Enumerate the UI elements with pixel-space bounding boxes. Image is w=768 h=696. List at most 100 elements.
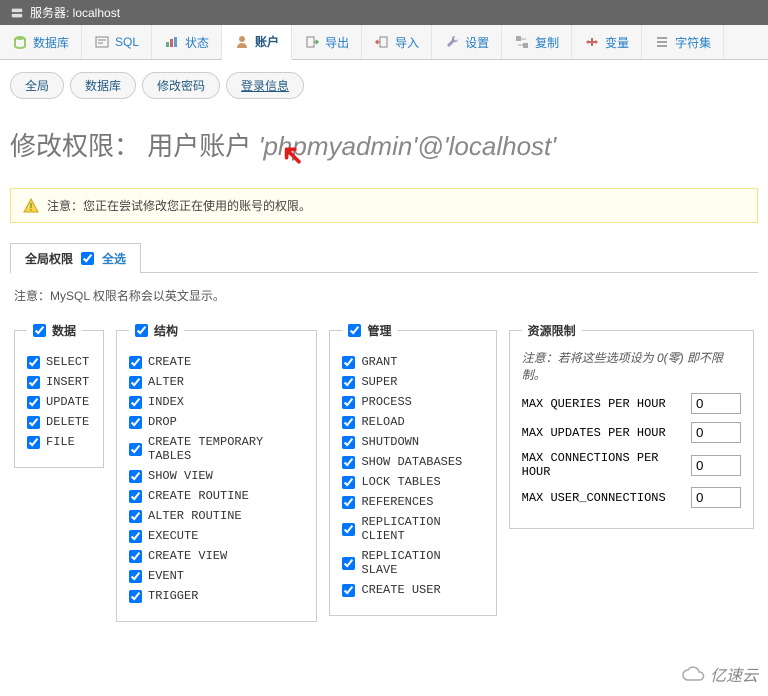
select-all-link[interactable]: 全选 bbox=[102, 250, 126, 267]
cloud-icon bbox=[682, 666, 706, 682]
resource-input[interactable] bbox=[691, 455, 741, 476]
subnav-change-password[interactable]: 修改密码 bbox=[142, 72, 220, 99]
priv-checkbox[interactable] bbox=[27, 416, 40, 429]
priv-checkbox[interactable] bbox=[129, 550, 142, 563]
status-icon bbox=[164, 34, 180, 50]
priv-super: SUPER bbox=[342, 375, 483, 389]
priv-checkbox[interactable] bbox=[27, 396, 40, 409]
priv-checkbox[interactable] bbox=[342, 396, 355, 409]
user-icon bbox=[234, 34, 250, 50]
nav-status[interactable]: 状态 bbox=[152, 25, 222, 59]
priv-show-databases: SHOW DATABASES bbox=[342, 455, 483, 469]
priv-checkbox[interactable] bbox=[342, 456, 355, 469]
resource-note: 注意：若将这些选项设为 0(零) 即不限制。 bbox=[522, 349, 741, 383]
priv-create-user: CREATE USER bbox=[342, 583, 483, 597]
priv-shutdown: SHUTDOWN bbox=[342, 435, 483, 449]
priv-checkbox[interactable] bbox=[342, 356, 355, 369]
priv-checkbox[interactable] bbox=[342, 557, 355, 570]
priv-checkbox[interactable] bbox=[342, 416, 355, 429]
priv-lock-tables: LOCK TABLES bbox=[342, 475, 483, 489]
resource-input[interactable] bbox=[691, 393, 741, 414]
priv-checkbox[interactable] bbox=[129, 396, 142, 409]
privileges-columns: 数据 SELECTINSERTUPDATEDELETEFILE 结构 CREAT… bbox=[0, 322, 768, 642]
warning-notice: 注意：您正在尝试修改您正在使用的账号的权限。 bbox=[10, 188, 758, 223]
priv-update: UPDATE bbox=[27, 395, 91, 409]
priv-checkbox[interactable] bbox=[27, 436, 40, 449]
priv-file: FILE bbox=[27, 435, 91, 449]
resource-label: MAX QUERIES PER HOUR bbox=[522, 397, 683, 411]
priv-insert: INSERT bbox=[27, 375, 91, 389]
breadcrumb: 服务器: localhost bbox=[0, 0, 768, 25]
priv-checkbox[interactable] bbox=[129, 470, 142, 483]
struct-group-checkbox[interactable] bbox=[135, 324, 148, 337]
resource-row: MAX CONNECTIONS PER HOUR bbox=[522, 451, 741, 479]
nav-export[interactable]: 导出 bbox=[292, 25, 362, 59]
priv-replication-slave: REPLICATION SLAVE bbox=[342, 549, 483, 577]
priv-checkbox[interactable] bbox=[342, 376, 355, 389]
priv-checkbox[interactable] bbox=[27, 356, 40, 369]
priv-checkbox[interactable] bbox=[342, 496, 355, 509]
priv-checkbox[interactable] bbox=[129, 530, 142, 543]
priv-reload: RELOAD bbox=[342, 415, 483, 429]
resource-limits: 资源限制 注意：若将这些选项设为 0(零) 即不限制。 MAX QUERIES … bbox=[509, 322, 754, 529]
watermark: 亿速云 bbox=[682, 662, 758, 686]
admin-group-checkbox[interactable] bbox=[348, 324, 361, 337]
priv-create-routine: CREATE ROUTINE bbox=[129, 489, 304, 503]
resource-label: MAX USER_CONNECTIONS bbox=[522, 491, 683, 505]
resource-input[interactable] bbox=[691, 422, 741, 443]
nav-databases[interactable]: 数据库 bbox=[0, 25, 82, 59]
nav-accounts[interactable]: 账户 bbox=[222, 25, 292, 60]
priv-checkbox[interactable] bbox=[129, 590, 142, 603]
data-group-checkbox[interactable] bbox=[33, 324, 46, 337]
select-all-checkbox[interactable] bbox=[81, 252, 94, 265]
page-title: 修改权限： 用户账户 'phpmyadmin'@'localhost' bbox=[0, 111, 768, 188]
mysql-note: 注意：MySQL 权限名称会以英文显示。 bbox=[0, 273, 768, 322]
priv-checkbox[interactable] bbox=[342, 436, 355, 449]
nav-replication[interactable]: 复制 bbox=[502, 25, 572, 59]
nav-settings[interactable]: 设置 bbox=[432, 25, 502, 59]
subnav-database[interactable]: 数据库 bbox=[70, 72, 136, 99]
priv-index: INDEX bbox=[129, 395, 304, 409]
priv-replication-client: REPLICATION CLIENT bbox=[342, 515, 483, 543]
priv-checkbox[interactable] bbox=[342, 523, 355, 536]
section-tabs: 全局权限 全选 bbox=[10, 243, 758, 273]
priv-select: SELECT bbox=[27, 355, 91, 369]
wrench-icon bbox=[444, 34, 460, 50]
sub-nav: 全局 数据库 修改密码 登录信息 ➜ bbox=[0, 60, 768, 111]
priv-alter: ALTER bbox=[129, 375, 304, 389]
priv-checkbox[interactable] bbox=[129, 570, 142, 583]
sql-icon bbox=[94, 34, 110, 50]
priv-checkbox[interactable] bbox=[129, 416, 142, 429]
nav-charsets[interactable]: 字符集 bbox=[642, 25, 724, 59]
priv-checkbox[interactable] bbox=[129, 376, 142, 389]
nav-sql[interactable]: SQL bbox=[82, 25, 152, 59]
priv-delete: DELETE bbox=[27, 415, 91, 429]
resource-input[interactable] bbox=[691, 487, 741, 508]
warning-icon bbox=[23, 198, 39, 214]
priv-grant: GRANT bbox=[342, 355, 483, 369]
priv-checkbox[interactable] bbox=[129, 356, 142, 369]
resource-row: MAX UPDATES PER HOUR bbox=[522, 422, 741, 443]
admin-privileges: 管理 GRANTSUPERPROCESSRELOADSHUTDOWNSHOW D… bbox=[329, 322, 496, 616]
priv-create-view: CREATE VIEW bbox=[129, 549, 304, 563]
repl-icon bbox=[514, 34, 530, 50]
nav-variables[interactable]: 变量 bbox=[572, 25, 642, 59]
priv-trigger: TRIGGER bbox=[129, 589, 304, 603]
priv-checkbox[interactable] bbox=[129, 510, 142, 523]
breadcrumb-label: 服务器: localhost bbox=[30, 4, 120, 21]
data-privileges: 数据 SELECTINSERTUPDATEDELETEFILE bbox=[14, 322, 104, 468]
priv-checkbox[interactable] bbox=[342, 584, 355, 597]
priv-checkbox[interactable] bbox=[27, 376, 40, 389]
priv-references: REFERENCES bbox=[342, 495, 483, 509]
resource-row: MAX QUERIES PER HOUR bbox=[522, 393, 741, 414]
priv-checkbox[interactable] bbox=[342, 476, 355, 489]
import-icon bbox=[374, 34, 390, 50]
priv-checkbox[interactable] bbox=[129, 490, 142, 503]
priv-checkbox[interactable] bbox=[129, 443, 142, 456]
server-icon bbox=[10, 6, 24, 20]
var-icon bbox=[584, 34, 600, 50]
subnav-global[interactable]: 全局 bbox=[10, 72, 64, 99]
global-privileges-tab: 全局权限 全选 bbox=[10, 243, 141, 273]
nav-import[interactable]: 导入 bbox=[362, 25, 432, 59]
subnav-login-info[interactable]: 登录信息 bbox=[226, 72, 304, 99]
